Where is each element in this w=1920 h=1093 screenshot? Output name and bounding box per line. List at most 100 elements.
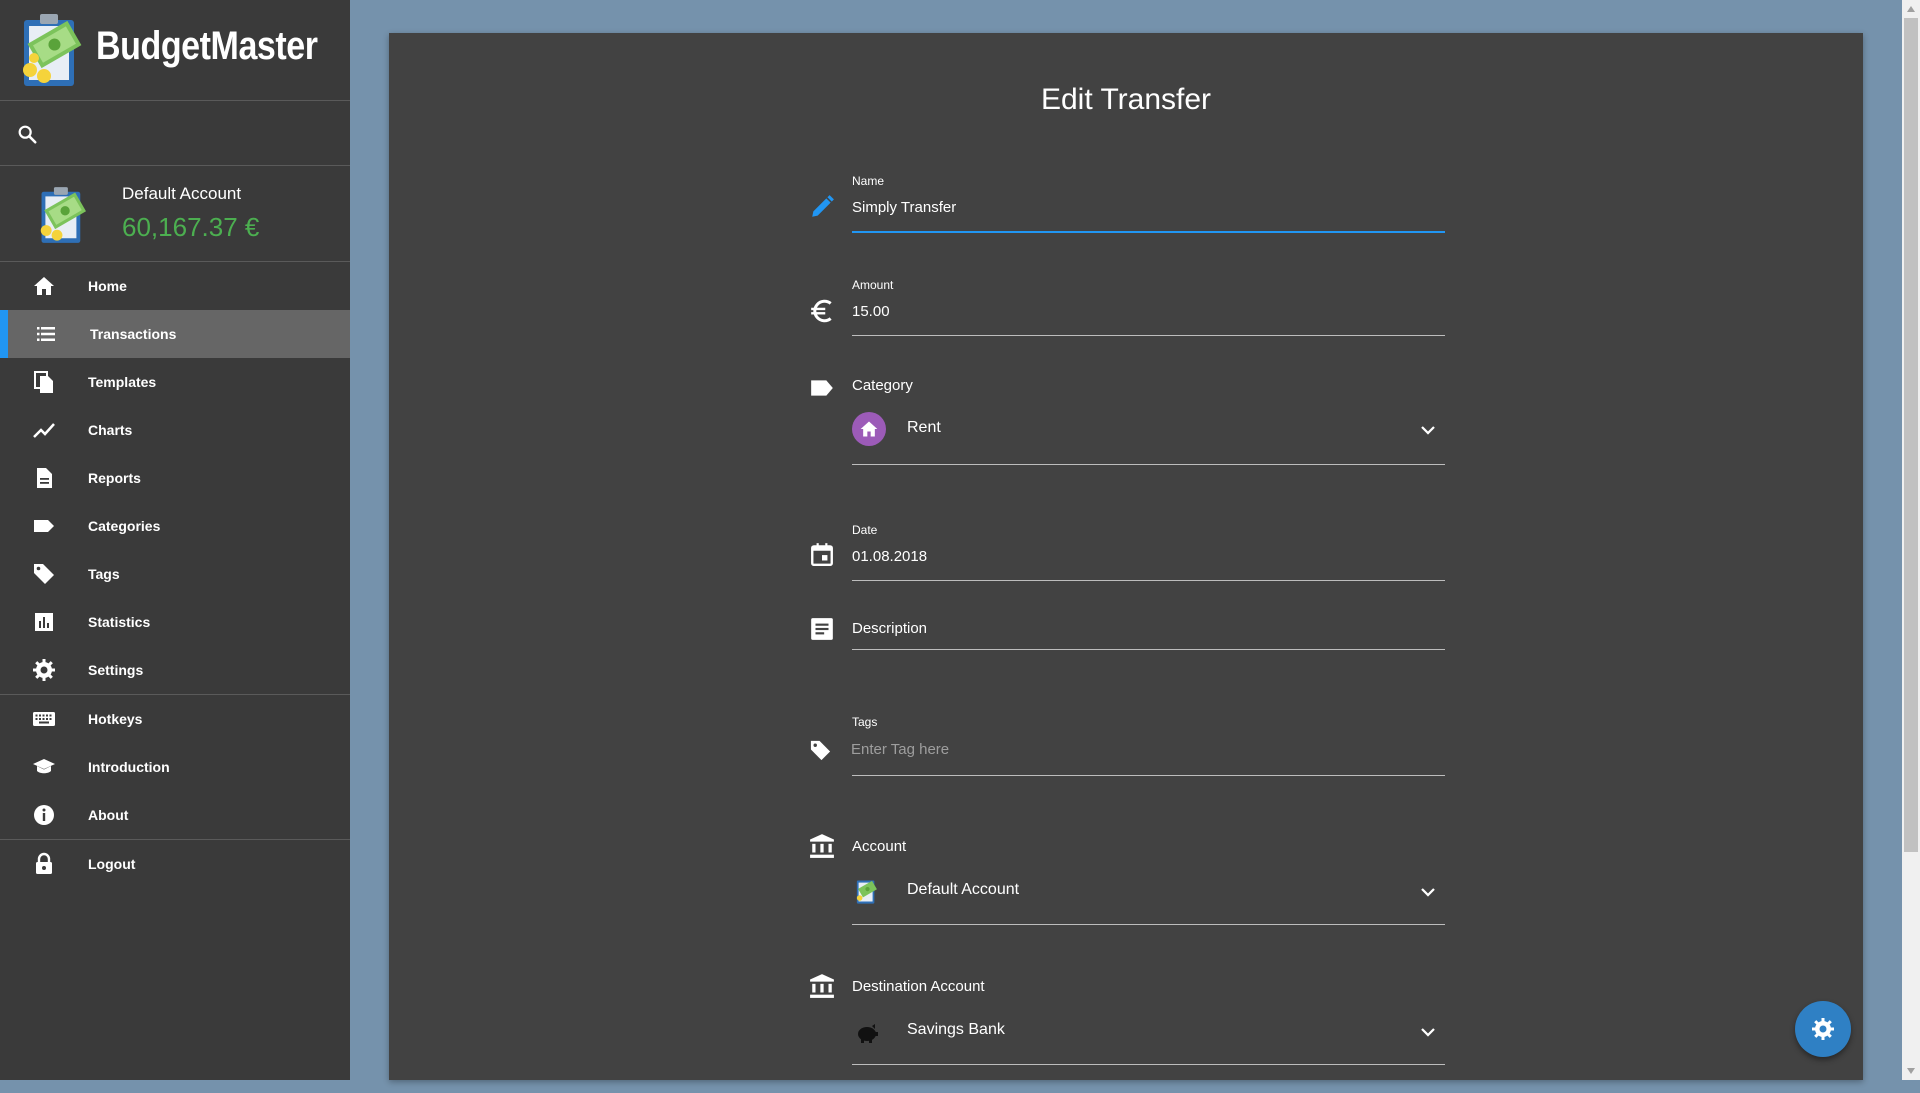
- nav-main: Home Transactions Templates Charts Repor…: [0, 262, 350, 694]
- account-logo-icon: [856, 880, 877, 904]
- app-logo-icon: [23, 14, 82, 86]
- category-select-value[interactable]: Rent: [907, 419, 941, 437]
- destination-account-select-value[interactable]: Savings Bank: [907, 1021, 1005, 1039]
- trending-up-icon: [33, 423, 55, 438]
- category-underline: [852, 464, 1445, 465]
- tags-label: Tags: [852, 715, 878, 729]
- category-color-badge: [852, 412, 886, 446]
- nav-label: Categories: [88, 518, 161, 534]
- description-field: Description: [809, 613, 1445, 693]
- nav-label: About: [88, 807, 129, 823]
- nav-label: Transactions: [90, 326, 177, 342]
- name-underline: [852, 231, 1445, 233]
- nav-item-introduction[interactable]: Introduction: [0, 743, 350, 791]
- label-icon: [34, 520, 54, 532]
- account-select-value[interactable]: Default Account: [907, 881, 1019, 899]
- page-scrollbar[interactable]: [1902, 0, 1920, 1080]
- description-underline: [852, 649, 1445, 650]
- gear-icon: [1812, 1018, 1834, 1040]
- nav-label: Statistics: [88, 614, 151, 630]
- amount-field: Amount: [809, 245, 1445, 341]
- scrollbar-thumb[interactable]: [1904, 18, 1918, 852]
- account-field: Account Default Account: [809, 833, 1445, 953]
- sidebar: BudgetMaster Default Account 60,167.37 €: [0, 0, 350, 1080]
- nav-item-statistics[interactable]: Statistics: [0, 598, 350, 646]
- nav-item-logout[interactable]: Logout: [0, 840, 350, 888]
- bank-icon: [810, 974, 834, 998]
- lock-icon: [36, 852, 52, 874]
- nav-label: Logout: [88, 856, 136, 872]
- date-field: Date: [809, 489, 1445, 585]
- tags-underline: [852, 775, 1445, 776]
- nav-item-categories[interactable]: Categories: [0, 502, 350, 550]
- chevron-down-icon[interactable]: [1419, 421, 1437, 439]
- nav-label: Tags: [88, 566, 120, 582]
- calendar-icon: [811, 543, 833, 567]
- edit-transfer-card: Edit Transfer Name Amount Category Rent: [389, 33, 1863, 1080]
- label-icon: [811, 380, 833, 396]
- graduation-cap-icon: [33, 759, 55, 774]
- nav-footer: Logout: [0, 840, 350, 888]
- bank-icon: [810, 834, 834, 858]
- nav-item-settings[interactable]: Settings: [0, 646, 350, 694]
- nav-label: Templates: [88, 374, 157, 390]
- account-name: Default Account: [122, 184, 242, 203]
- name-label: Name: [852, 174, 885, 188]
- nav-item-charts[interactable]: Charts: [0, 406, 350, 454]
- document-icon: [37, 468, 52, 488]
- tags-field: Tags: [809, 703, 1445, 813]
- nav-label: Charts: [88, 422, 133, 438]
- nav-secondary: Hotkeys Introduction About: [0, 695, 350, 839]
- brand-header[interactable]: BudgetMaster: [0, 0, 350, 101]
- copy-icon: [34, 371, 53, 393]
- list-icon: [37, 327, 55, 341]
- description-input[interactable]: [852, 619, 1412, 636]
- settings-fab-button[interactable]: [1795, 1001, 1851, 1057]
- tag-icon: [810, 740, 831, 761]
- account-balance: 60,167.37 €: [122, 212, 260, 242]
- name-input[interactable]: [852, 199, 1412, 216]
- amount-input[interactable]: [852, 303, 1412, 320]
- account-summary[interactable]: Default Account 60,167.37 €: [0, 166, 350, 262]
- pencil-icon: [812, 195, 834, 217]
- nav-item-hotkeys[interactable]: Hotkeys: [0, 695, 350, 743]
- scroll-down-arrow-icon[interactable]: [1906, 1066, 1916, 1076]
- date-input[interactable]: [852, 548, 1412, 565]
- tag-input[interactable]: [851, 741, 1411, 758]
- nav-item-reports[interactable]: Reports: [0, 454, 350, 502]
- app-name: BudgetMaster: [96, 24, 318, 68]
- home-icon: [860, 421, 878, 437]
- nav-item-templates[interactable]: Templates: [0, 358, 350, 406]
- category-field: Category Rent: [809, 373, 1445, 483]
- nav-item-tags[interactable]: Tags: [0, 550, 350, 598]
- date-label: Date: [852, 523, 878, 537]
- nav-item-home[interactable]: Home: [0, 262, 350, 310]
- account-underline: [852, 924, 1445, 925]
- category-label: Category: [852, 377, 913, 394]
- chevron-down-icon[interactable]: [1419, 883, 1437, 901]
- nav-item-about[interactable]: About: [0, 791, 350, 839]
- notes-icon: [811, 618, 833, 640]
- search-bar: [0, 101, 350, 166]
- amount-label: Amount: [852, 278, 894, 292]
- account-label: Account: [852, 838, 907, 855]
- amount-underline: [852, 335, 1445, 336]
- scroll-up-arrow-icon[interactable]: [1906, 4, 1916, 14]
- nav-label: Introduction: [88, 759, 170, 775]
- info-icon: [34, 805, 54, 825]
- euro-icon: [811, 299, 832, 323]
- nav-item-transactions[interactable]: Transactions: [0, 310, 350, 358]
- name-field: Name: [809, 141, 1445, 237]
- chevron-down-icon[interactable]: [1419, 1023, 1437, 1041]
- search-input[interactable]: [50, 115, 334, 153]
- destination-account-underline: [852, 1064, 1445, 1065]
- nav-label: Hotkeys: [88, 711, 143, 727]
- keyboard-icon: [33, 712, 55, 726]
- destination-account-field: Destination Account Savings Bank: [809, 973, 1445, 1093]
- nav-label: Settings: [88, 662, 144, 678]
- home-icon: [34, 277, 54, 295]
- search-icon[interactable]: [16, 123, 38, 145]
- tag-icon: [34, 564, 54, 584]
- gear-icon: [33, 659, 55, 681]
- account-logo-icon: [40, 187, 86, 243]
